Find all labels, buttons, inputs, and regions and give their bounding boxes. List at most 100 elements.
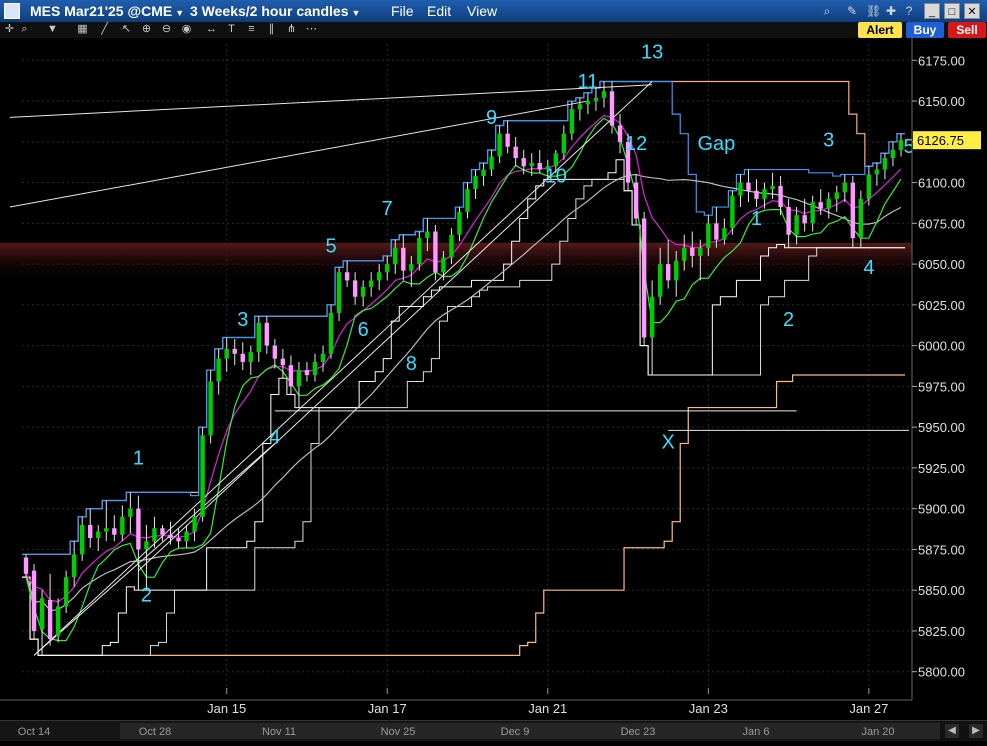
fork-icon[interactable]: ⋔ [285,23,298,36]
candle-body [714,223,719,240]
window-app-icon[interactable] [4,3,20,19]
wave-label: 4 [863,257,874,279]
candle-body [537,163,542,170]
search-icon[interactable]: ⌕ [820,4,834,18]
candle-body [344,272,350,281]
alert-button[interactable]: Alert [858,22,902,38]
candle-body [304,370,310,375]
wave-label: 10 [545,166,567,188]
scroll-left-button[interactable]: ◀ [945,724,959,738]
candle-body [690,247,695,256]
candle-body [657,264,663,297]
text-tool-icon[interactable]: T [225,23,238,36]
candle-body [890,149,896,159]
candle-body [128,508,133,517]
price-axis[interactable]: 5800.00 5825.00 5850.00 5875.00 5900.00 5925.… [911,38,987,720]
candle-body [601,91,607,98]
candle-body [232,348,237,354]
candle-body [738,182,743,196]
candle-body [794,215,799,235]
timeframe-selector[interactable]: 3 Weeks/2 hour candles ▼ [190,3,360,19]
zoom-icon[interactable]: ⌕ [18,23,31,36]
minimize-button[interactable]: _ [924,3,940,19]
candle-body [144,541,149,550]
candle-body [457,211,462,235]
candle-body [513,146,518,159]
price-tick-label: 6025.00 [918,298,965,313]
fib-icon[interactable]: ≡ [245,23,258,36]
buy-button[interactable]: Buy [906,22,944,38]
channel-icon[interactable]: ∥ [265,23,278,36]
candle-body [200,435,205,517]
wave-label: 5 [325,236,336,258]
candle-body [120,516,125,535]
wave-label: 2 [783,309,794,331]
time-tick-label: Jan 27 [849,701,888,716]
wave-label: 2 [141,585,152,607]
menu-file[interactable]: File [391,3,414,19]
overview-label: Oct 14 [18,726,50,738]
scroll-right-button[interactable]: ▶ [969,724,983,738]
candle-body [882,158,888,170]
candle-body [425,231,430,239]
price-tick-label: 6100.00 [918,176,965,191]
candle-body [874,169,880,175]
candle-body [834,192,839,199]
more-tools-icon[interactable]: ⋯ [305,23,318,36]
candle-body [360,286,366,297]
candle-body [71,554,77,578]
last-price-label: 6126.75 [917,133,964,148]
candle-body [433,231,438,273]
candle-body [674,260,679,281]
candle-body [240,353,245,362]
candle-body [176,538,181,542]
candle-body [633,182,639,219]
candle-body [31,570,37,631]
candle-body [473,176,478,190]
magnify-minus-icon[interactable]: ⊖ [160,23,173,36]
candle-body [47,599,53,640]
candle-body [401,247,406,271]
price-tick-label: 5950.00 [918,420,965,435]
candle-body [858,198,864,239]
crosshair-icon[interactable]: ✛ [3,23,16,36]
symbol-selector[interactable]: MES Mar21'25 @CME ▼ [30,3,184,19]
draw-line-icon[interactable]: ╱ [98,23,111,36]
candle-body [553,153,559,167]
cursor-icon[interactable]: ↖ [120,23,133,36]
overview-label: Nov 25 [381,726,416,738]
candle-body [489,156,494,170]
wave-label: 7 [382,198,393,220]
candle-body [136,508,141,550]
price-tick-label: 6000.00 [918,339,965,354]
candle-body [417,238,422,265]
link-icon[interactable]: ⛓ [866,4,881,18]
candle-body [104,528,109,532]
maximize-button[interactable]: □ [944,3,960,19]
candle-body [649,296,655,338]
magnify-plus-icon[interactable]: ⊕ [140,23,153,36]
settings-icon[interactable]: ◉ [180,23,193,36]
price-tick-label: 6175.00 [918,53,965,68]
overview-scrollbar[interactable]: Oct 14 Oct 28 Nov 11 Nov 25 Dec 9 Dec 23 Jan 6… [0,720,987,741]
grid-icon[interactable]: ▦ [76,23,89,36]
candle-body [368,280,374,287]
pin-icon[interactable]: ✚ [884,4,898,18]
wave-label: 8 [406,353,417,375]
close-button[interactable]: ✕ [964,3,980,19]
overview-label: Jan 6 [743,726,770,738]
wrench-icon[interactable]: ✎ [845,4,859,18]
dropdown-icon[interactable]: ▼ [46,23,59,36]
help-icon[interactable]: ? [902,4,916,18]
price-chart[interactable]: 12345678910111213GapX1234567? 5800.00582… [0,38,987,720]
symbol-label: MES Mar21'25 @CME [30,3,173,19]
menu-edit[interactable]: Edit [427,3,451,19]
candle-body [529,163,534,167]
candle-body [609,91,615,126]
wave-label: 6 [358,319,369,341]
arrow-icon[interactable]: ↔ [205,23,218,36]
candle-body [55,606,61,636]
chart-toolbar: ✛ ⌕ ▼ ▦ ╱ ↖ ⊕ ⊖ ◉ ↔ T ≡ ∥ ⋔ ⋯ [0,22,987,38]
menu-view[interactable]: View [467,3,497,19]
sell-button[interactable]: Sell [948,22,986,38]
